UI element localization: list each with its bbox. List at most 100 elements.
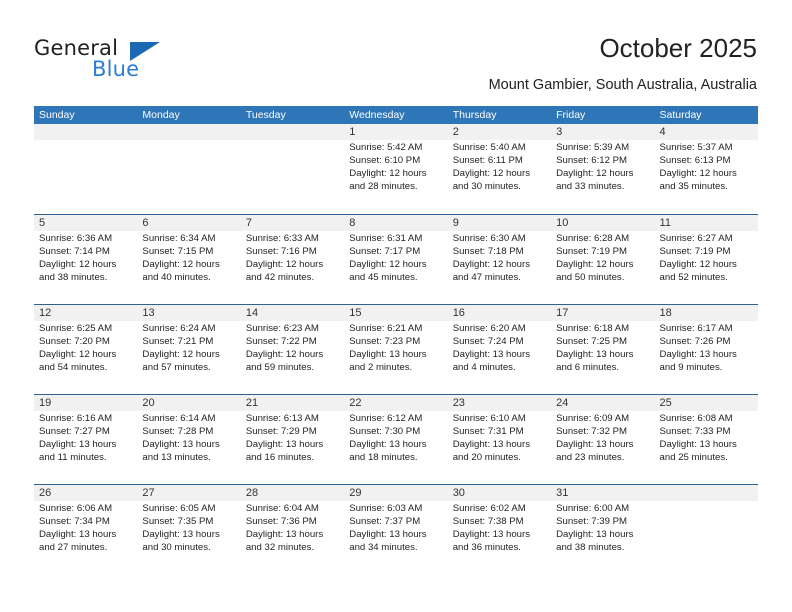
calendar-day-cell[interactable]: 30 Sunrise: 6:02 AM Sunset: 7:38 PM Dayligh… bbox=[447, 485, 552, 574]
sunset-text: Sunset: 7:30 PM bbox=[349, 425, 421, 437]
calendar-day-cell[interactable]: 28 Sunrise: 6:04 AM Sunset: 7:36 PM Dayligh… bbox=[240, 485, 345, 574]
calendar-day-cell[interactable]: 15 Sunrise: 6:21 AM Sunset: 7:23 PM Dayligh… bbox=[344, 305, 448, 394]
calendar-day-cell[interactable]: 24 Sunrise: 6:09 AM Sunset: 7:32 PM Dayligh… bbox=[551, 395, 655, 484]
day-details: Sunrise: 6:31 AM Sunset: 7:17 PM Daylight:… bbox=[344, 231, 447, 285]
calendar-day-cell[interactable]: 20 Sunrise: 6:14 AM Sunset: 7:28 PM Dayligh… bbox=[137, 395, 241, 484]
calendar-day-cell[interactable]: 19 Sunrise: 6:16 AM Sunset: 7:27 PM Dayligh… bbox=[34, 395, 138, 484]
day-number: 3 bbox=[556, 126, 563, 138]
calendar-day-cell[interactable]: 14 Sunrise: 6:23 AM Sunset: 7:22 PM Dayligh… bbox=[240, 305, 345, 394]
day-number: 6 bbox=[142, 217, 149, 229]
sunrise-text: Sunrise: 6:12 AM bbox=[349, 413, 423, 424]
sunrise-text: Sunrise: 6:28 AM bbox=[556, 233, 630, 244]
day-number: 31 bbox=[556, 487, 569, 499]
sunset-text: Sunset: 7:36 PM bbox=[245, 515, 317, 527]
calendar-day-cell[interactable]: 4 Sunrise: 5:37 AM Sunset: 6:13 PM Daylight… bbox=[654, 124, 758, 214]
day-details: Sunrise: 6:16 AM Sunset: 7:27 PM Daylight:… bbox=[34, 411, 137, 465]
day-details bbox=[655, 501, 758, 503]
day-details: Sunrise: 6:12 AM Sunset: 7:30 PM Daylight:… bbox=[344, 411, 447, 465]
daylight-text: Daylight: 13 hours and 2 minutes. bbox=[349, 348, 427, 373]
calendar-day-cell[interactable]: 17 Sunrise: 6:18 AM Sunset: 7:25 PM Dayligh… bbox=[551, 305, 655, 394]
calendar-day-cell[interactable]: 21 Sunrise: 6:13 AM Sunset: 7:29 PM Dayligh… bbox=[240, 395, 345, 484]
calendar-page: General Blue October 2025 Mount Gambier,… bbox=[0, 0, 792, 612]
day-number-bar bbox=[551, 124, 655, 140]
calendar-day-cell[interactable]: 9 Sunrise: 6:30 AM Sunset: 7:18 PM Daylight… bbox=[447, 215, 552, 304]
sunset-text: Sunset: 7:22 PM bbox=[245, 335, 317, 347]
weekday-header-wednesday: Wednesday bbox=[349, 109, 405, 121]
day-number-bar bbox=[240, 124, 345, 140]
sunset-text: Sunset: 7:20 PM bbox=[39, 335, 110, 347]
daylight-text: Daylight: 13 hours and 6 minutes. bbox=[556, 348, 634, 373]
day-details: Sunrise: 6:17 AM Sunset: 7:26 PM Daylight:… bbox=[655, 321, 758, 375]
sunset-text: Sunset: 7:26 PM bbox=[659, 335, 731, 347]
sunrise-text: Sunrise: 5:42 AM bbox=[349, 142, 423, 153]
sunrise-text: Sunrise: 6:31 AM bbox=[349, 233, 423, 244]
daylight-text: Daylight: 12 hours and 30 minutes. bbox=[452, 167, 531, 192]
calendar-day-cell[interactable]: 3 Sunrise: 5:39 AM Sunset: 6:12 PM Daylight… bbox=[551, 124, 655, 214]
day-details: Sunrise: 6:06 AM Sunset: 7:34 PM Daylight:… bbox=[34, 501, 137, 555]
day-details: Sunrise: 6:00 AM Sunset: 7:39 PM Daylight:… bbox=[551, 501, 654, 555]
calendar-day-cell[interactable]: 31 Sunrise: 6:00 AM Sunset: 7:39 PM Dayligh… bbox=[551, 485, 655, 574]
day-number-bar bbox=[240, 215, 345, 231]
weekday-header-saturday: Saturday bbox=[659, 109, 702, 121]
sunset-text: Sunset: 7:35 PM bbox=[142, 515, 214, 527]
calendar-day-cell[interactable]: 11 Sunrise: 6:27 AM Sunset: 7:19 PM Dayligh… bbox=[654, 215, 758, 304]
calendar-day-cell[interactable]: 18 Sunrise: 6:17 AM Sunset: 7:26 PM Dayligh… bbox=[654, 305, 758, 394]
day-number: 29 bbox=[349, 487, 362, 499]
calendar-day-cell[interactable]: 7 Sunrise: 6:33 AM Sunset: 7:16 PM Daylight… bbox=[240, 215, 345, 304]
daylight-text: Daylight: 12 hours and 40 minutes. bbox=[142, 258, 220, 283]
sunset-text: Sunset: 7:32 PM bbox=[556, 425, 628, 437]
sunset-text: Sunset: 7:29 PM bbox=[245, 425, 317, 437]
day-details: Sunrise: 6:28 AM Sunset: 7:19 PM Daylight:… bbox=[551, 231, 654, 285]
calendar-day-cell[interactable]: 6 Sunrise: 6:34 AM Sunset: 7:15 PM Daylight… bbox=[137, 215, 241, 304]
calendar-day-cell[interactable]: 12 Sunrise: 6:25 AM Sunset: 7:20 PM Dayligh… bbox=[34, 305, 138, 394]
day-details: Sunrise: 6:23 AM Sunset: 7:22 PM Daylight:… bbox=[241, 321, 344, 375]
calendar-week-row: 1 Sunrise: 5:42 AM Sunset: 6:10 PM Daylight… bbox=[34, 124, 758, 214]
day-details: Sunrise: 6:24 AM Sunset: 7:21 PM Daylight:… bbox=[137, 321, 240, 375]
calendar-day-cell-empty bbox=[137, 124, 241, 214]
sunset-text: Sunset: 7:34 PM bbox=[39, 515, 110, 527]
calendar-week-row: 19 Sunrise: 6:16 AM Sunset: 7:27 PM Dayligh… bbox=[34, 394, 758, 484]
day-number: 26 bbox=[39, 487, 52, 499]
daylight-text: Daylight: 13 hours and 20 minutes. bbox=[452, 438, 531, 463]
daylight-text: Daylight: 12 hours and 35 minutes. bbox=[659, 167, 737, 192]
daylight-text: Daylight: 13 hours and 25 minutes. bbox=[659, 438, 737, 463]
weekday-header-thursday: Thursday bbox=[452, 109, 497, 121]
weekday-header-row: Sunday Monday Tuesday Wednesday Thursday Frid… bbox=[34, 106, 758, 124]
day-details bbox=[137, 140, 240, 142]
sunrise-text: Sunrise: 6:09 AM bbox=[556, 413, 630, 424]
sunrise-text: Sunrise: 6:25 AM bbox=[39, 323, 113, 334]
day-number: 19 bbox=[39, 397, 52, 409]
calendar-day-cell[interactable]: 25 Sunrise: 6:08 AM Sunset: 7:33 PM Dayligh… bbox=[654, 395, 758, 484]
sunset-text: Sunset: 7:24 PM bbox=[452, 335, 524, 347]
calendar-day-cell[interactable]: 1 Sunrise: 5:42 AM Sunset: 6:10 PM Daylight… bbox=[344, 124, 448, 214]
day-number-bar bbox=[344, 215, 448, 231]
calendar-day-cell[interactable]: 8 Sunrise: 6:31 AM Sunset: 7:17 PM Daylight… bbox=[344, 215, 448, 304]
sunrise-sunset-calendar: Sunday Monday Tuesday Wednesday Thursday Frid… bbox=[34, 106, 758, 574]
calendar-day-cell[interactable]: 23 Sunrise: 6:10 AM Sunset: 7:31 PM Dayligh… bbox=[447, 395, 552, 484]
sunset-text: Sunset: 7:28 PM bbox=[142, 425, 214, 437]
general-blue-logo[interactable]: General Blue bbox=[34, 36, 234, 88]
daylight-text: Daylight: 12 hours and 47 minutes. bbox=[452, 258, 531, 283]
calendar-day-cell[interactable]: 2 Sunrise: 5:40 AM Sunset: 6:11 PM Daylight… bbox=[447, 124, 552, 214]
sunrise-text: Sunrise: 6:24 AM bbox=[142, 323, 216, 334]
sunset-text: Sunset: 7:23 PM bbox=[349, 335, 421, 347]
calendar-day-cell[interactable]: 16 Sunrise: 6:20 AM Sunset: 7:24 PM Dayligh… bbox=[447, 305, 552, 394]
day-details: Sunrise: 6:33 AM Sunset: 7:16 PM Daylight:… bbox=[241, 231, 344, 285]
calendar-day-cell[interactable]: 29 Sunrise: 6:03 AM Sunset: 7:37 PM Dayligh… bbox=[344, 485, 448, 574]
daylight-text: Daylight: 13 hours and 32 minutes. bbox=[245, 528, 324, 553]
calendar-day-cell[interactable]: 5 Sunrise: 6:36 AM Sunset: 7:14 PM Daylight… bbox=[34, 215, 138, 304]
day-details: Sunrise: 6:05 AM Sunset: 7:35 PM Daylight:… bbox=[137, 501, 240, 555]
calendar-day-cell[interactable]: 27 Sunrise: 6:05 AM Sunset: 7:35 PM Dayligh… bbox=[137, 485, 241, 574]
sunset-text: Sunset: 7:16 PM bbox=[245, 245, 317, 257]
day-number: 21 bbox=[245, 397, 259, 409]
calendar-day-cell[interactable]: 10 Sunrise: 6:28 AM Sunset: 7:19 PM Dayligh… bbox=[551, 215, 655, 304]
sunset-text: Sunset: 7:19 PM bbox=[556, 245, 628, 257]
daylight-text: Daylight: 13 hours and 27 minutes. bbox=[39, 528, 117, 553]
day-details: Sunrise: 6:25 AM Sunset: 7:20 PM Daylight:… bbox=[34, 321, 137, 375]
sunrise-text: Sunrise: 6:27 AM bbox=[659, 233, 733, 244]
calendar-day-cell[interactable]: 26 Sunrise: 6:06 AM Sunset: 7:34 PM Dayligh… bbox=[34, 485, 138, 574]
calendar-day-cell[interactable]: 22 Sunrise: 6:12 AM Sunset: 7:30 PM Dayligh… bbox=[344, 395, 448, 484]
calendar-day-cell[interactable]: 13 Sunrise: 6:24 AM Sunset: 7:21 PM Dayligh… bbox=[137, 305, 241, 394]
day-number: 22 bbox=[349, 397, 362, 409]
weekday-header-tuesday: Tuesday bbox=[245, 109, 286, 121]
